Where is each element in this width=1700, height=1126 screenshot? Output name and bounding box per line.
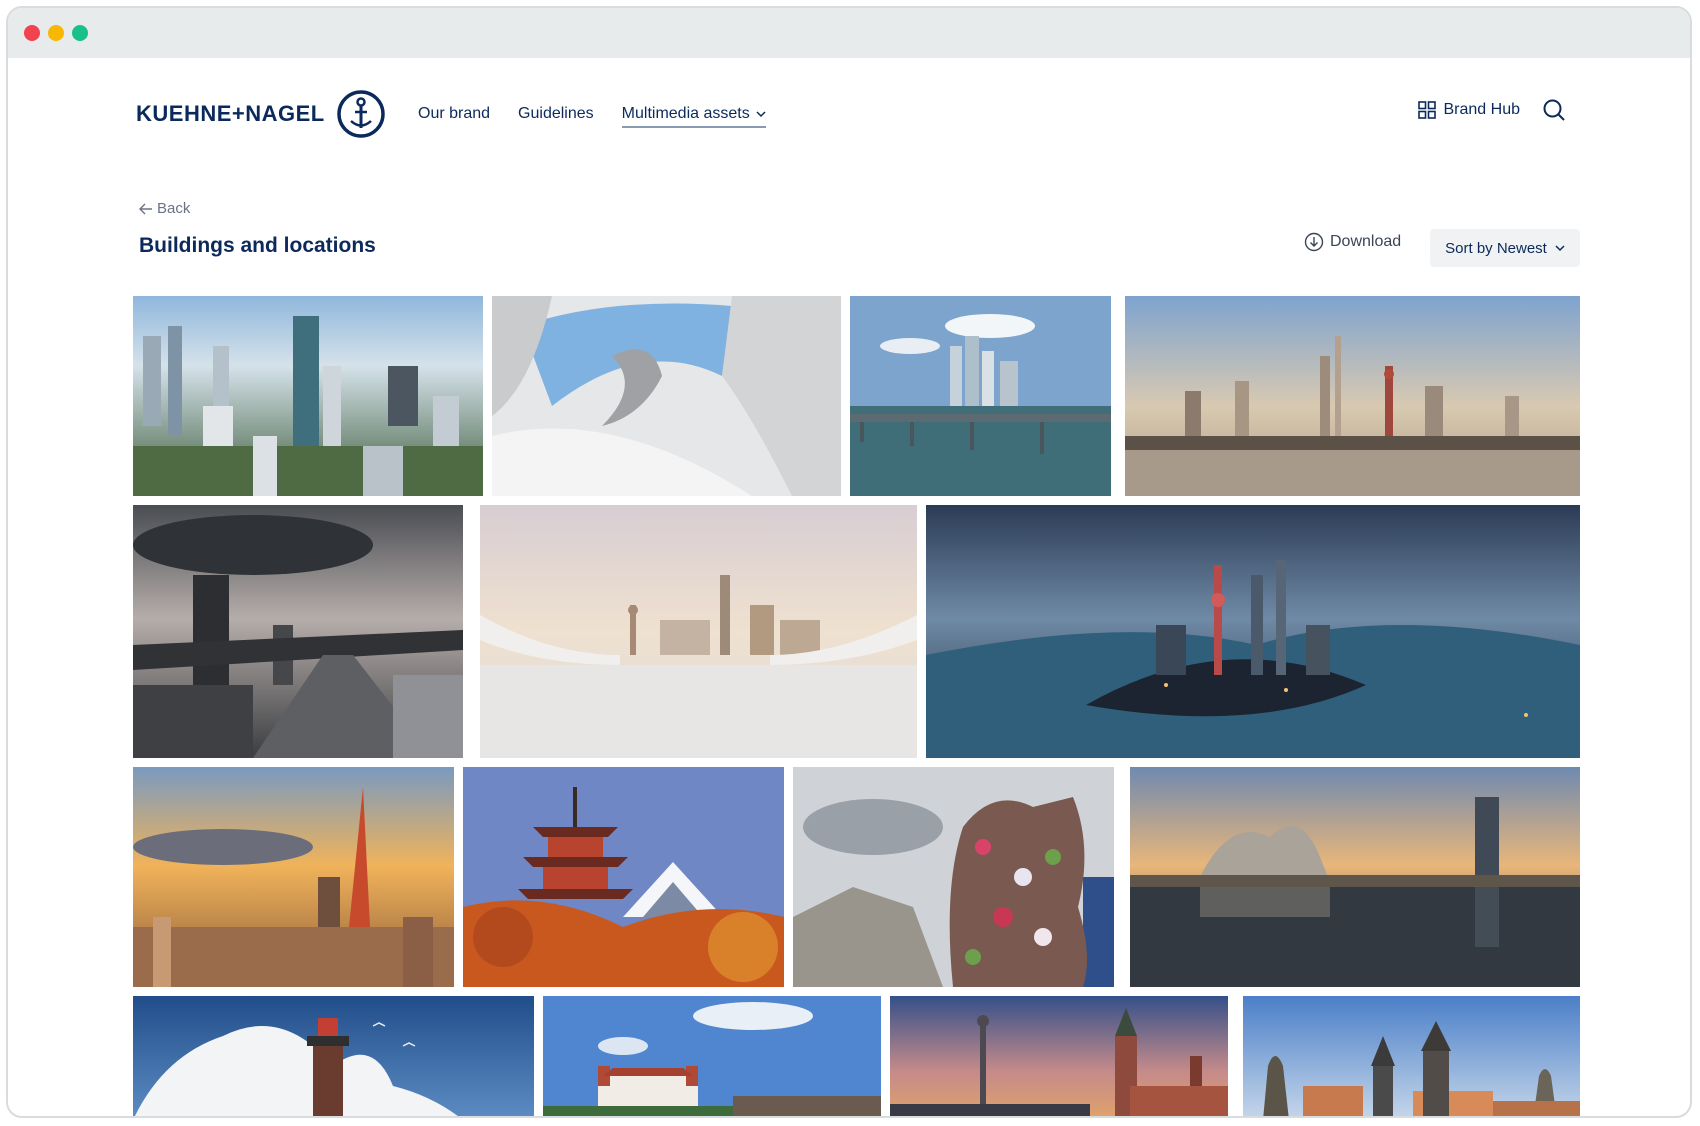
download-icon	[1304, 232, 1324, 252]
chevron-down-icon	[756, 111, 766, 118]
flower-dog-photo	[793, 767, 1114, 987]
framed-skyline-photo	[480, 505, 917, 758]
gallery-image[interactable]	[492, 296, 841, 496]
gallery-image[interactable]	[133, 296, 483, 496]
maximize-window-dot[interactable]	[72, 25, 88, 41]
tokyo-tower-photo	[133, 767, 454, 987]
arrow-left-icon	[139, 203, 152, 214]
grid-icon	[1417, 101, 1436, 119]
nav-our-brand[interactable]: Our brand	[418, 105, 490, 128]
nav-guidelines[interactable]: Guidelines	[518, 105, 594, 128]
gallery-image[interactable]	[133, 996, 534, 1116]
gallery-image[interactable]	[890, 996, 1228, 1116]
chevron-down-icon	[1555, 245, 1565, 252]
brand-hub-link[interactable]: Brand Hub	[1417, 101, 1521, 119]
gallery-image[interactable]	[480, 505, 917, 758]
main-nav: Our brand Guidelines Multimedia assets	[418, 105, 766, 128]
lighthouse-wave-photo	[133, 996, 534, 1116]
download-button[interactable]: Download	[1304, 232, 1401, 252]
minimize-window-dot[interactable]	[48, 25, 64, 41]
guggenheim-sunset-photo	[1130, 767, 1580, 987]
search-icon[interactable]	[1542, 98, 1566, 122]
gallery-image[interactable]	[850, 296, 1111, 496]
brand-logo-text: KUEHNE+NAGEL	[136, 101, 325, 126]
back-label: Back	[157, 200, 191, 217]
prague-towers-photo	[1243, 996, 1580, 1116]
brand-hub-label: Brand Hub	[1443, 101, 1521, 118]
gallery-image[interactable]	[793, 767, 1114, 987]
pagoda-fuji-photo	[463, 767, 784, 987]
window-titlebar	[8, 8, 1690, 58]
shanghai-dusk-photo	[926, 505, 1580, 758]
abstract-architecture-photo	[492, 296, 841, 496]
header-actions: Brand Hub	[1417, 98, 1567, 122]
browser-window: KUEHNE+NAGEL Our brand Guidelines Multim…	[6, 6, 1692, 1118]
stormy-city-photo	[133, 505, 463, 758]
sort-label: Sort by Newest	[1445, 239, 1547, 257]
sort-dropdown[interactable]: Sort by Newest	[1430, 229, 1580, 267]
brand-logo[interactable]: KUEHNE+NAGEL	[136, 88, 387, 140]
nav-multimedia-assets-label: Multimedia assets	[621, 105, 750, 122]
page-title: Buildings and locations	[139, 234, 376, 257]
aerial-city-photo	[133, 296, 483, 496]
gallery-image[interactable]	[133, 505, 463, 758]
page-content: KUEHNE+NAGEL Our brand Guidelines Multim…	[8, 58, 1690, 1116]
gallery-image[interactable]	[1243, 996, 1580, 1116]
nav-multimedia-assets[interactable]: Multimedia assets	[621, 105, 766, 128]
gallery-image[interactable]	[1125, 296, 1580, 496]
close-window-dot[interactable]	[24, 25, 40, 41]
gallery-image[interactable]	[926, 505, 1580, 758]
gallery-image[interactable]	[1130, 767, 1580, 987]
shanghai-river-photo	[1125, 296, 1580, 496]
gallery-image[interactable]	[463, 767, 784, 987]
gallery-image[interactable]	[543, 996, 881, 1116]
coastal-skyline-photo	[850, 296, 1111, 496]
anchor-logo-icon	[337, 90, 385, 138]
bratislava-castle-photo	[543, 996, 881, 1116]
warsaw-castle-photo	[890, 996, 1228, 1116]
back-link[interactable]: Back	[139, 200, 190, 217]
download-label: Download	[1330, 233, 1402, 250]
gallery-image[interactable]	[133, 767, 454, 987]
